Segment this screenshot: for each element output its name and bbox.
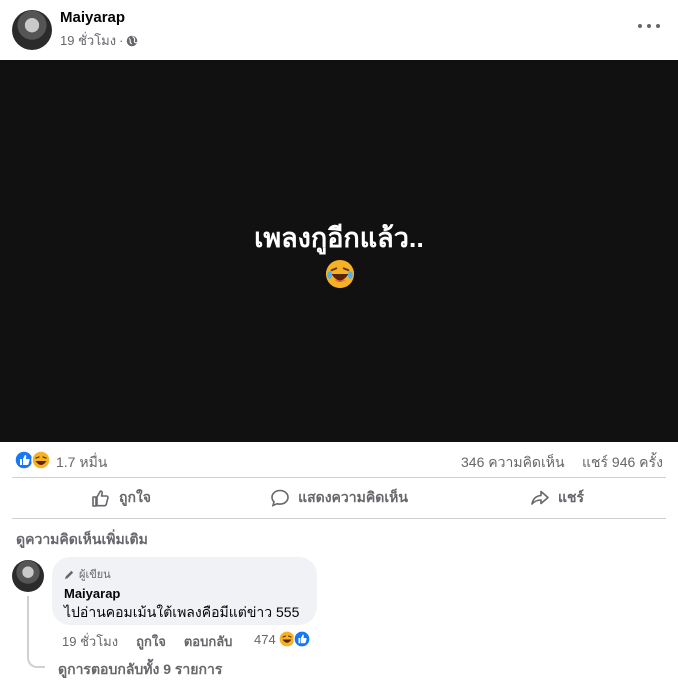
reaction-count[interactable]: 1.7 หมื่น [56,452,107,474]
reaction-icons[interactable] [14,450,54,470]
action-bar: ถูกใจ แสดงความคิดเห็น แชร์ [12,478,666,518]
comment-bubble: ผู้เขียน Maiyarap ไปอ่านคอมเม้นใต้เพลงคื… [52,557,317,625]
reply-thread-line [27,596,45,668]
view-more-comments-link[interactable]: ดูความคิดเห็นเพิ่มเติม [16,529,148,551]
share-label: แชร์ [557,489,585,505]
globe-icon [127,35,138,46]
comment-reaction-icons [278,630,311,648]
like-icon [293,630,311,648]
comment-like-button[interactable]: ถูกใจ [136,631,166,652]
more-options-icon[interactable] [638,18,660,34]
post-media[interactable]: เพลงกูอีกแล้ว.. [0,60,678,442]
post-header: Maiyarap 19 ชั่วโมง · [0,0,678,60]
haha-icon [278,630,296,648]
comment-label: แสดงความคิดเห็น [298,489,408,505]
like-label: ถูกใจ [119,489,151,505]
share-count[interactable]: แชร์ 946 ครั้ง [582,452,663,474]
thumbs-up-icon [92,490,109,507]
like-button[interactable]: ถูกใจ [12,478,230,518]
share-icon [531,490,549,505]
comment-reactions[interactable]: 474 [254,630,312,648]
media-caption: เพลงกูอีกแล้ว.. [254,223,424,253]
haha-icon [31,450,51,470]
divider [12,518,666,519]
like-icon [14,450,34,470]
comment-text: ไปอ่านคอมเม้นใต้เพลงคือมีแต่ข่าว 555 [64,604,300,620]
comment-author[interactable]: Maiyarap [64,586,305,601]
comment-author-avatar[interactable] [12,560,44,592]
comment-icon [271,489,289,507]
comment-meta: 19 ชั่วโมง ถูกใจ ตอบกลับ [62,631,250,652]
author-badge-label: ผู้เขียน [79,569,111,581]
post-meta: 19 ชั่วโมง · [60,30,138,51]
author-avatar[interactable] [12,10,52,50]
comment-count[interactable]: 346 ความคิดเห็น [461,452,565,474]
comment-reaction-count: 474 [254,631,276,647]
author-name[interactable]: Maiyarap [60,9,125,26]
post-stats: 1.7 หมื่น 346 ความคิดเห็น แชร์ 946 ครั้ง [0,442,678,478]
pencil-icon [64,570,74,579]
comment-button[interactable]: แสดงความคิดเห็น [230,478,448,518]
author-badge: ผู้เขียน [64,565,305,583]
view-all-replies-link[interactable]: ดูการตอบกลับทั้ง 9 รายการ [58,659,222,681]
meta-separator: · [119,33,124,48]
comment-reply-button[interactable]: ตอบกลับ [184,631,233,652]
comment-time[interactable]: 19 ชั่วโมง [62,631,118,652]
share-button[interactable]: แชร์ [448,478,666,518]
laughing-tears-emoji-icon [325,259,355,289]
post-time[interactable]: 19 ชั่วโมง [60,30,116,51]
